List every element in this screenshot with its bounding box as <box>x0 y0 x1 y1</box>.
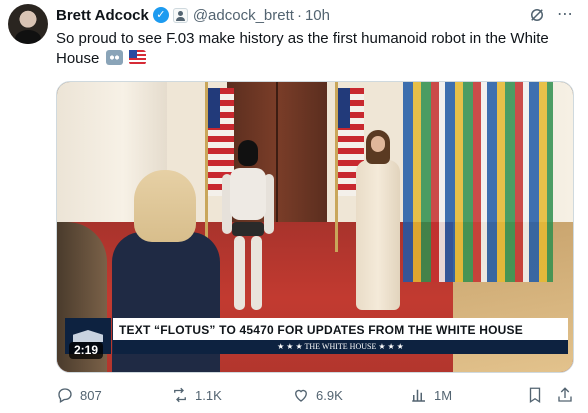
like-button[interactable]: 6.9K <box>292 384 343 406</box>
affiliate-badge-icon[interactable] <box>172 7 188 23</box>
bookmark-button[interactable] <box>526 384 550 406</box>
avatar[interactable] <box>8 4 48 44</box>
reply-count: 807 <box>80 387 102 403</box>
grok-icon[interactable] <box>528 6 546 24</box>
views-button[interactable]: 1M <box>410 384 452 406</box>
verified-badge-icon[interactable]: ✓ <box>152 7 169 23</box>
video-frame[interactable]: TEXT “FLOTUS” TO 45470 FOR UPDATES FROM … <box>57 82 573 372</box>
person-walking <box>352 130 404 315</box>
share-button[interactable] <box>556 384 580 406</box>
caption-banner: TEXT “FLOTUS” TO 45470 FOR UPDATES FROM … <box>113 318 568 342</box>
caption-subbanner: ★ ★ ★ THE WHITE HOUSE ★ ★ ★ <box>113 340 568 354</box>
action-bar: 807 1.1K 6.9K 1M <box>56 384 574 406</box>
separator-dot: · <box>296 6 302 24</box>
us-flag-emoji-icon <box>128 50 146 65</box>
robot-emoji-icon <box>105 50 123 65</box>
tweet-text: So proud to see F.03 make history as the… <box>56 29 576 69</box>
repost-count: 1.1K <box>195 387 222 403</box>
reply-icon <box>56 386 74 404</box>
video-duration: 2:19 <box>69 342 104 359</box>
video-player[interactable]: TEXT “FLOTUS” TO 45470 FOR UPDATES FROM … <box>56 81 574 373</box>
bookmark-icon <box>526 386 544 404</box>
repost-icon <box>171 386 189 404</box>
repost-button[interactable]: 1.1K <box>171 384 222 406</box>
author-handle[interactable]: @adcock_brett <box>193 7 294 24</box>
reply-button[interactable]: 807 <box>56 384 102 406</box>
share-icon <box>556 386 574 404</box>
flags-row <box>403 82 553 282</box>
view-count: 1M <box>434 387 453 403</box>
author-name[interactable]: Brett Adcock <box>56 7 149 24</box>
tweet-header: Brett Adcock ✓ @adcock_brett · 10h <box>56 5 330 25</box>
timestamp[interactable]: 10h <box>305 7 330 24</box>
analytics-icon <box>410 386 428 404</box>
heart-icon <box>292 386 310 404</box>
more-icon[interactable]: ⋯ <box>556 6 574 24</box>
humanoid-robot <box>222 140 274 310</box>
like-count: 6.9K <box>316 387 343 403</box>
